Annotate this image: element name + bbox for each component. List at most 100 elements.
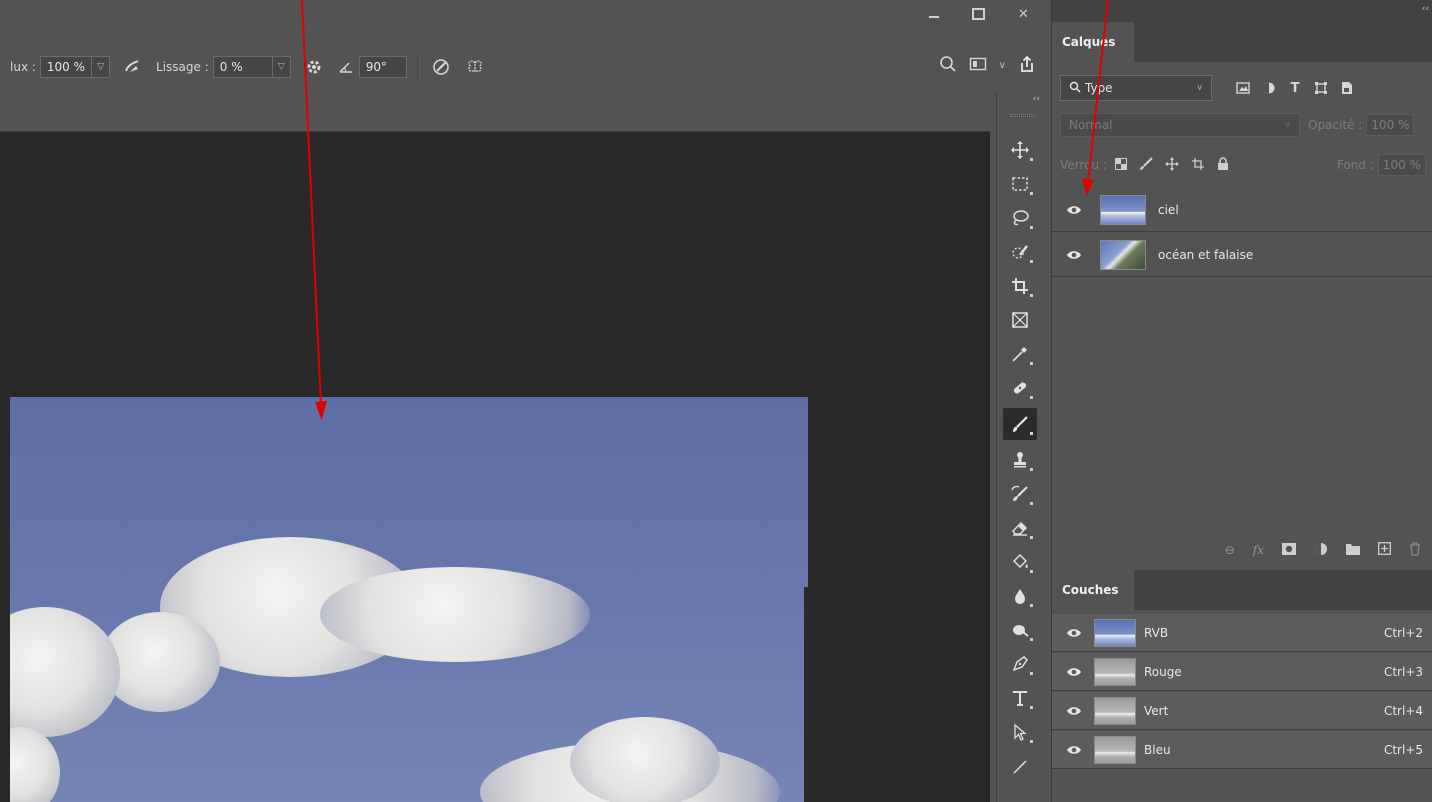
line-tool-icon[interactable] <box>1003 750 1037 782</box>
layers-panel-tabs: Calques <box>1052 22 1432 62</box>
top-right-icons: ∨ <box>939 55 1036 76</box>
window-controls: ✕ <box>911 0 1046 32</box>
document-tab-strip <box>0 92 990 132</box>
add-mask-icon[interactable] <box>1282 542 1296 558</box>
angle-icon <box>333 54 359 80</box>
trash-icon[interactable] <box>1409 541 1421 559</box>
blur-tool-icon[interactable] <box>1003 580 1037 612</box>
layer-filter-select[interactable]: Type ∨ <box>1060 75 1212 101</box>
flow-dropdown-button[interactable]: ▽ <box>92 56 111 78</box>
close-button[interactable]: ✕ <box>1001 0 1046 28</box>
lock-artboard-icon[interactable] <box>1191 157 1205 174</box>
flow-label: lux : <box>10 60 36 74</box>
smoothing-input[interactable]: 0 % <box>212 56 273 78</box>
smart-object-filter-icon[interactable] <box>1340 81 1354 95</box>
minimize-button[interactable] <box>911 0 956 28</box>
eyedropper-tool-icon[interactable] <box>1003 338 1037 370</box>
sky-photo[interactable] <box>10 397 808 802</box>
lock-transparency-icon[interactable] <box>1114 157 1127 173</box>
channel-shortcut: Ctrl+5 <box>1383 742 1423 757</box>
search-icon <box>1069 81 1081 96</box>
dodge-tool-icon[interactable] <box>1003 614 1037 646</box>
channel-row-rvb[interactable]: RVB Ctrl+2 <box>1052 614 1432 652</box>
smoothing-label: Lissage : <box>156 60 209 74</box>
layer-row-ciel[interactable]: ciel <box>1052 188 1432 232</box>
fill-input[interactable]: 100 % <box>1377 154 1426 176</box>
pen-tool-icon[interactable] <box>1003 648 1037 680</box>
adjustment-filter-icon[interactable] <box>1262 81 1276 95</box>
quick-selection-tool-icon[interactable] <box>1003 236 1037 268</box>
lock-position-icon[interactable] <box>1164 156 1179 174</box>
lock-all-icon[interactable] <box>1217 156 1229 174</box>
share-icon[interactable] <box>1018 55 1036 76</box>
eraser-tool-icon[interactable] <box>1003 512 1037 544</box>
visibility-eye-icon[interactable] <box>1060 706 1088 716</box>
search-icon[interactable] <box>939 55 957 76</box>
maximize-button[interactable] <box>956 0 1001 28</box>
cloud-shape <box>10 607 120 737</box>
channel-thumbnail <box>1094 618 1136 647</box>
crop-tool-icon[interactable] <box>1003 270 1037 302</box>
channel-shortcut: Ctrl+3 <box>1383 664 1423 679</box>
collapse-icon[interactable]: ‹‹ <box>1033 94 1040 104</box>
lock-row: Verrou : Fond : 100 % <box>1060 152 1426 178</box>
settings-gear-icon[interactable] <box>301 54 327 80</box>
channel-row-vert[interactable]: Vert Ctrl+4 <box>1052 692 1432 730</box>
path-selection-tool-icon[interactable] <box>1003 716 1037 748</box>
link-layers-icon[interactable]: ⊖ <box>1225 543 1235 557</box>
layer-row-ocean-falaise[interactable]: océan et falaise <box>1052 233 1432 277</box>
channel-row-rouge[interactable]: Rouge Ctrl+3 <box>1052 653 1432 691</box>
new-layer-icon[interactable] <box>1378 542 1391 558</box>
cloud-shape <box>10 727 60 802</box>
type-filter-icon[interactable]: T <box>1288 81 1302 96</box>
move-tool-icon[interactable] <box>1003 134 1037 166</box>
tab-layers[interactable]: Calques <box>1052 22 1134 62</box>
channel-name: Rouge <box>1144 664 1182 679</box>
visibility-eye-icon[interactable] <box>1060 250 1088 260</box>
adjustment-layer-icon[interactable] <box>1314 542 1328 559</box>
type-tool-icon[interactable] <box>1003 682 1037 714</box>
history-brush-tool-icon[interactable] <box>1003 478 1037 510</box>
airbrush-icon[interactable] <box>120 54 146 80</box>
lock-icons <box>1114 156 1229 174</box>
visibility-eye-icon[interactable] <box>1060 745 1088 755</box>
shape-filter-icon[interactable] <box>1314 81 1328 95</box>
angle-input[interactable]: 90° <box>358 56 407 78</box>
canvas-area[interactable] <box>0 132 990 802</box>
pressure-opacity-icon[interactable] <box>428 54 454 80</box>
title-bar: ✕ <box>0 0 1046 32</box>
brush-tool-icon[interactable] <box>1003 408 1037 440</box>
layer-thumbnail <box>1100 239 1146 270</box>
visibility-eye-icon[interactable] <box>1060 667 1088 677</box>
collapse-icon[interactable]: ‹‹ <box>1422 4 1429 14</box>
paint-bucket-tool-icon[interactable] <box>1003 546 1037 578</box>
marquee-tool-icon[interactable] <box>1003 168 1037 200</box>
healing-brush-tool-icon[interactable] <box>1003 372 1037 404</box>
channel-thumbnail <box>1094 696 1136 725</box>
layer-name: ciel <box>1158 202 1179 217</box>
clone-stamp-tool-icon[interactable] <box>1003 444 1037 476</box>
new-group-folder-icon[interactable] <box>1346 543 1360 558</box>
visibility-eye-icon[interactable] <box>1060 205 1088 215</box>
flow-input[interactable]: 100 % <box>39 56 93 78</box>
lock-pixels-icon[interactable] <box>1139 156 1153 174</box>
smoothing-dropdown-button[interactable]: ▽ <box>272 56 291 78</box>
chevron-down-icon[interactable]: ∨ <box>999 60 1006 71</box>
blend-mode-select[interactable]: Normal ∨ <box>1060 113 1300 137</box>
opacity-input[interactable]: 100 % <box>1366 114 1415 136</box>
visibility-eye-icon[interactable] <box>1060 628 1088 638</box>
lasso-tool-icon[interactable] <box>1003 202 1037 234</box>
tools-panel: ‹‹ <box>996 92 1046 802</box>
fx-icon[interactable]: fx <box>1253 543 1264 557</box>
symmetry-butterfly-icon[interactable] <box>462 54 488 80</box>
opacity-label: Opacité : <box>1308 118 1363 132</box>
channel-row-bleu[interactable]: Bleu Ctrl+5 <box>1052 731 1432 769</box>
image-filter-icon[interactable] <box>1236 81 1250 95</box>
layer-filter-value: Type <box>1085 81 1113 95</box>
workspace-icon[interactable] <box>969 56 987 75</box>
channel-name: Vert <box>1144 703 1169 718</box>
frame-tool-icon[interactable] <box>1003 304 1037 336</box>
tab-channels[interactable]: Couches <box>1052 570 1134 610</box>
chevron-down-icon: ∨ <box>1284 120 1291 130</box>
panel-grip[interactable] <box>1010 114 1034 117</box>
